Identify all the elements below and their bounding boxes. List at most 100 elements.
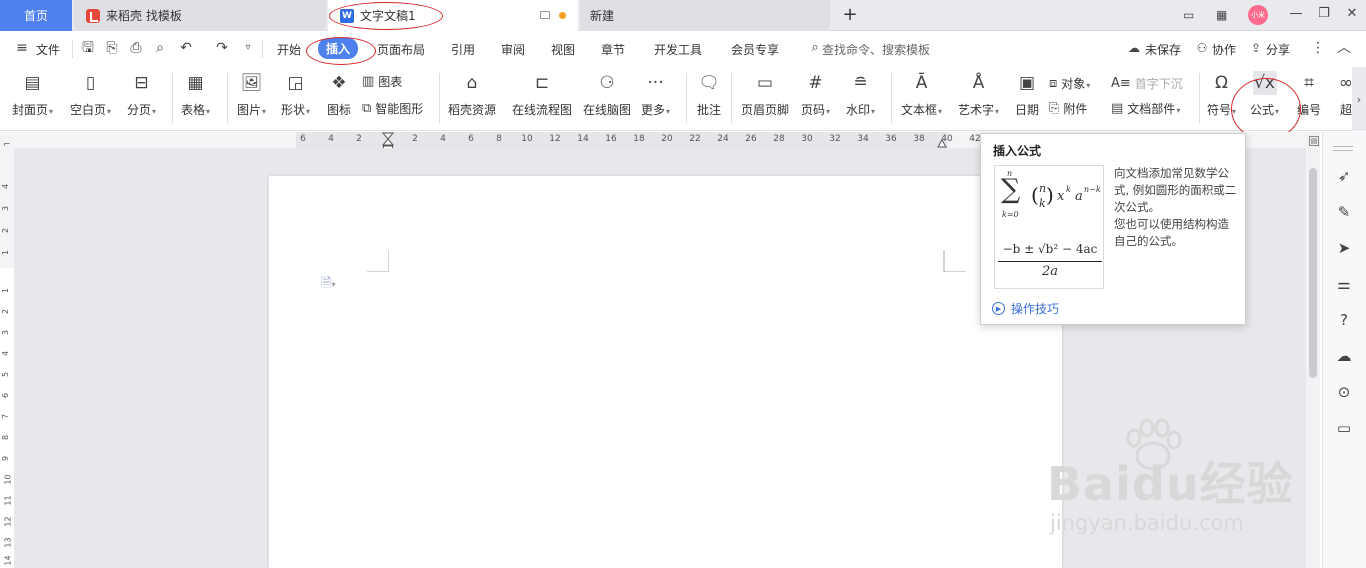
grid-apps-icon[interactable]: ▦ bbox=[1216, 8, 1227, 22]
writer-logo-icon: W bbox=[340, 8, 354, 23]
smartart-button[interactable]: ⧉ 智能图形 bbox=[362, 100, 423, 117]
save-icon[interactable]: 🖫 bbox=[80, 40, 96, 56]
icon-library-icon: ❖ bbox=[331, 73, 347, 93]
resources-button[interactable]: ⌂ 稻壳资源 bbox=[448, 71, 496, 118]
page-number-button[interactable]: # 页码 bbox=[801, 71, 830, 118]
chart-button[interactable]: ▥ 图表 bbox=[362, 73, 402, 90]
wordart-button[interactable]: Å 艺术字 bbox=[958, 71, 999, 118]
location-icon[interactable]: ⊙ bbox=[1334, 382, 1354, 402]
tab-home[interactable]: 首页 bbox=[0, 0, 72, 31]
tab-new[interactable]: 新建 bbox=[580, 0, 830, 31]
window-layout-icon[interactable]: ▭ bbox=[1183, 8, 1194, 22]
export-pdf-icon[interactable]: ⎘ bbox=[104, 40, 120, 56]
tab-devtools[interactable]: 开发工具 bbox=[654, 41, 702, 58]
redo-icon[interactable]: ↷ bbox=[214, 40, 230, 56]
tab-daoke[interactable]: 来稻壳 找模板 bbox=[74, 0, 326, 31]
collapse-ribbon-icon[interactable]: ︿ bbox=[1336, 40, 1352, 56]
ruler-tick: 18 bbox=[633, 134, 645, 144]
ruler-tick: 30 bbox=[801, 134, 813, 144]
add-tab-button[interactable]: + bbox=[840, 4, 860, 25]
tab-section[interactable]: 章节 bbox=[601, 41, 625, 58]
page-break-label: 分页 bbox=[127, 101, 156, 118]
blank-page-button[interactable]: ▯ 空白页 bbox=[70, 71, 111, 118]
document-page[interactable]: 🗎▾ bbox=[269, 176, 1062, 568]
undo-icon[interactable]: ↶ bbox=[178, 40, 194, 56]
date-button[interactable]: ▣ 日期 bbox=[1015, 71, 1039, 118]
cover-page-label: 封面页 bbox=[12, 101, 53, 118]
avatar[interactable]: 小米 bbox=[1248, 5, 1268, 25]
picture-button[interactable]: 🖼 图片 bbox=[237, 71, 266, 118]
rocket-icon[interactable]: ➶ bbox=[1334, 166, 1354, 186]
book-icon[interactable]: ▭ bbox=[1334, 418, 1354, 438]
menu-file[interactable]: 文件 bbox=[36, 41, 60, 58]
ribbon-scroll-right-icon[interactable]: › bbox=[1352, 67, 1366, 131]
ruler-tick: 3 bbox=[1, 205, 11, 212]
ruler-tick: 13 bbox=[3, 537, 13, 548]
paragraph-icon[interactable]: 🗎▾ bbox=[321, 274, 335, 296]
collab-button[interactable]: 协作 bbox=[1212, 41, 1236, 58]
textbox-label: 文本框 bbox=[901, 101, 942, 118]
ruler-tick: 36 bbox=[885, 134, 897, 144]
restore-icon[interactable]: ❐ bbox=[1316, 6, 1332, 21]
icon-button[interactable]: ❖ 图标 bbox=[327, 71, 351, 118]
print-preview-icon[interactable]: ⌕ bbox=[152, 40, 168, 56]
cloud-icon: ☁ bbox=[1128, 41, 1140, 55]
tab-reference[interactable]: 引用 bbox=[451, 41, 475, 58]
pen-icon[interactable]: ✎ bbox=[1334, 202, 1354, 222]
vertical-ruler[interactable]: 4 3 2 1 1 2 3 4 5 6 7 8 9 10 11 12 13 14 bbox=[0, 148, 14, 568]
customize-toolbar-icon[interactable]: ▿ bbox=[240, 40, 256, 56]
flowchart-button[interactable]: ⊏ 在线流程图 bbox=[512, 71, 572, 118]
textbox-icon: Ā bbox=[915, 73, 928, 93]
page-break-button[interactable]: ⊟ 分页 bbox=[127, 71, 156, 118]
share-button[interactable]: 分享 bbox=[1266, 41, 1290, 58]
table-button[interactable]: ▦ 表格 bbox=[181, 71, 210, 118]
tab-start[interactable]: 开始 bbox=[277, 41, 301, 58]
split-view-icon[interactable]: ▤ bbox=[1309, 136, 1319, 146]
watermark-button[interactable]: ≘ 水印 bbox=[846, 71, 875, 118]
overflow-button[interactable]: ∞ 超 bbox=[1340, 71, 1352, 118]
numbering-button[interactable]: ⌗ 编号 bbox=[1297, 71, 1321, 118]
symbol-button[interactable]: Ω 符号 bbox=[1207, 71, 1236, 118]
scrollbar-thumb[interactable] bbox=[1309, 168, 1317, 378]
tab-insert[interactable]: 插入 bbox=[318, 38, 359, 59]
adjust-sliders-icon[interactable]: ⚌ bbox=[1334, 274, 1354, 294]
cursor-select-icon[interactable]: ➤ bbox=[1334, 238, 1354, 258]
calendar-icon: ▣ bbox=[1018, 73, 1036, 93]
textbox-button[interactable]: Ā 文本框 bbox=[901, 71, 942, 118]
cloud-sync-icon[interactable]: ☁ bbox=[1334, 346, 1354, 366]
shape-button[interactable]: ◲ 形状 bbox=[281, 71, 310, 118]
mindmap-button[interactable]: ⚆ 在线脑图 bbox=[583, 71, 631, 118]
menu-bar: ≡ 文件 🖫 ⎘ ⎙ ⌕ ↶ ↷ ▿ 开始 插入 页面布局 引用 审阅 视图 章… bbox=[0, 31, 1366, 67]
more-options-icon[interactable]: ⋮ bbox=[1310, 40, 1326, 56]
tab-document[interactable]: W 文字文稿1 bbox=[328, 0, 578, 31]
object-button[interactable]: ⧈ 对象 bbox=[1049, 75, 1090, 92]
hamburger-menu-icon[interactable]: ≡ bbox=[14, 40, 30, 56]
comment-button[interactable]: 🗨 批注 bbox=[697, 71, 721, 118]
tab-member[interactable]: 会员专享 bbox=[731, 41, 779, 58]
formula-tooltip: 插入公式 n ∑ k=0 ( n k ) x k a n−k −b ± √b² … bbox=[980, 133, 1246, 325]
ruler-tick: 2 bbox=[1, 308, 11, 315]
print-icon[interactable]: ⎙ bbox=[128, 40, 144, 56]
tab-page-layout[interactable]: 页面布局 bbox=[377, 41, 425, 58]
search-command-input[interactable]: 查找命令、搜索模板 bbox=[822, 41, 930, 58]
tab-review[interactable]: 审阅 bbox=[501, 41, 525, 58]
formula-button[interactable]: √x 公式 bbox=[1250, 71, 1279, 118]
cover-page-button[interactable]: ▤ 封面页 bbox=[12, 71, 53, 118]
help-icon[interactable]: ? bbox=[1334, 310, 1354, 330]
chart-label: 图表 bbox=[378, 75, 403, 89]
header-footer-button[interactable]: ▭ 页眉页脚 bbox=[741, 71, 789, 118]
document-parts-button[interactable]: ▤ 文档部件 bbox=[1111, 100, 1180, 117]
minimize-icon[interactable]: — bbox=[1288, 6, 1304, 21]
right-indent-marker-icon[interactable] bbox=[937, 138, 947, 148]
tab-view[interactable]: 视图 bbox=[551, 41, 575, 58]
ruler-tick: 38 bbox=[913, 134, 925, 144]
attachment-button[interactable]: ⎘ 附件 bbox=[1049, 100, 1087, 117]
watermark-icon: ≘ bbox=[853, 73, 868, 93]
unsaved-button[interactable]: 未保存 bbox=[1145, 41, 1181, 58]
tooltip-desc-line2: 您也可以使用结构构造自己的公式。 bbox=[1114, 217, 1229, 248]
tips-link[interactable]: ▶ 操作技巧 bbox=[992, 300, 1059, 317]
more-button[interactable]: ··· 更多 bbox=[641, 71, 670, 118]
close-icon[interactable]: ✕ bbox=[1344, 6, 1360, 21]
float-window-icon[interactable] bbox=[540, 11, 550, 19]
ruler-tick: 12 bbox=[549, 134, 561, 144]
